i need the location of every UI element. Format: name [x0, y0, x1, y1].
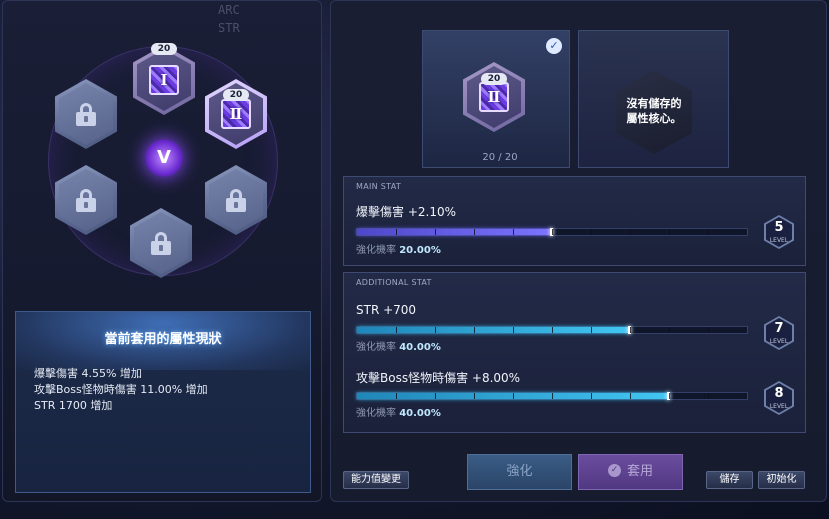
progress-segment-divider: [630, 393, 631, 399]
progress-segment-divider: [630, 229, 631, 235]
progress-segment-divider: [513, 229, 514, 235]
core-slot-panel: ARC STR Ⅰ 20 Ⅱ 20 V 當前套用的屬性現狀 爆擊傷害 4.55%…: [2, 0, 322, 502]
core-count: 20 / 20: [482, 152, 518, 163]
progress-segment-divider: [630, 327, 631, 333]
lock-icon: [150, 232, 172, 255]
lock-icon: [75, 189, 97, 212]
main-stat-box: MAIN STAT 爆擊傷害 +2.10% 強化機率 20.00% 5 LEVE…: [343, 176, 806, 266]
progress-segment-divider: [474, 229, 475, 235]
additional-stat-rate: 強化機率 40.00%: [356, 342, 441, 353]
v-emblem-icon: V: [145, 139, 183, 177]
current-status-box: 當前套用的屬性現狀 爆擊傷害 4.55% 增加 攻擊Boss怪物時傷害 11.0…: [15, 311, 311, 493]
equipped-core-level-tag: 20: [481, 73, 507, 85]
core-gem-icon: Ⅱ: [479, 82, 509, 112]
apply-button-label: 套用: [626, 464, 653, 479]
lock-icon: [225, 189, 247, 212]
progress-segment-divider: [435, 393, 436, 399]
progress-segment-divider: [708, 229, 709, 235]
main-stat-progress-bar: [356, 228, 748, 236]
additional-stat-level-badge: 7 LEVEL: [762, 316, 796, 354]
status-line: 攻擊Boss怪物時傷害 11.00% 增加: [34, 383, 208, 396]
progress-segment-divider: [591, 393, 592, 399]
progress-segment-divider: [474, 393, 475, 399]
main-stat-level-badge: 5 LEVEL: [762, 215, 796, 253]
progress-segment-divider: [669, 393, 670, 399]
lock-icon: [75, 103, 97, 126]
progress-segment-divider: [552, 327, 553, 333]
additional-stat-progress-bar: [356, 326, 748, 334]
core-enhancement-window: ARC STR Ⅰ 20 Ⅱ 20 V 當前套用的屬性現狀 爆擊傷害 4.55%…: [0, 0, 829, 519]
additional-stat-rate: 強化機率 40.00%: [356, 408, 441, 419]
empty-slot-text: 沒有儲存的 屬性核心。: [626, 97, 682, 125]
core-gem-icon: Ⅰ: [149, 65, 179, 95]
progress-segment-divider: [552, 229, 553, 235]
save-button[interactable]: 儲存: [706, 471, 753, 489]
main-stat-label: MAIN STAT: [356, 182, 402, 191]
check-icon: ✓: [546, 38, 562, 54]
progress-segment-divider: [708, 327, 709, 333]
progress-segment-divider: [396, 229, 397, 235]
additional-stat-name: 攻擊Boss怪物時傷害 +8.00%: [356, 371, 521, 385]
progress-segment-divider: [513, 327, 514, 333]
status-line: 爆擊傷害 4.55% 增加: [34, 367, 142, 380]
main-stat-name: 爆擊傷害 +2.10%: [356, 205, 456, 219]
progress-segment-divider: [396, 393, 397, 399]
progress-segment-divider: [669, 327, 670, 333]
core-gem-icon: Ⅱ: [221, 99, 251, 129]
stat-change-button[interactable]: 能力值變更: [343, 471, 409, 489]
additional-stat-name: STR +700: [356, 303, 417, 317]
progress-segment-divider: [396, 327, 397, 333]
progress-segment-divider: [708, 393, 709, 399]
check-icon: ✓: [607, 464, 621, 477]
current-status-lines: 爆擊傷害 4.55% 增加 攻擊Boss怪物時傷害 11.00% 增加 STR …: [34, 366, 208, 414]
progress-segment-divider: [474, 327, 475, 333]
additional-stat-progress-bar: [356, 392, 748, 400]
enhance-button[interactable]: 強化: [467, 454, 572, 490]
current-status-title: 當前套用的屬性現狀: [16, 312, 310, 370]
progress-segment-divider: [669, 229, 670, 235]
progress-segment-divider: [435, 327, 436, 333]
progress-segment-divider: [435, 229, 436, 235]
reset-button[interactable]: 初始化: [758, 471, 805, 489]
status-line: STR 1700 增加: [34, 399, 113, 412]
additional-stat-level-badge: 8 LEVEL: [762, 381, 796, 419]
progress-segment-divider: [513, 393, 514, 399]
additional-stat-box: ADDITIONAL STAT STR +700 強化機率 40.00% 7 L…: [343, 272, 806, 433]
progress-segment-divider: [591, 229, 592, 235]
bg-stat-arc: ARC: [218, 3, 240, 17]
progress-segment-divider: [552, 393, 553, 399]
main-stat-rate: 強化機率 20.00%: [356, 245, 441, 256]
core-1-level-tag: 20: [151, 43, 177, 55]
apply-button[interactable]: ✓ 套用: [578, 454, 683, 490]
hex-slot-grid: Ⅰ 20 Ⅱ 20 V: [33, 31, 303, 291]
main-stat-progress-fill: [357, 229, 552, 235]
additional-stat-label: ADDITIONAL STAT: [356, 278, 432, 287]
additional-stat-progress-fill: [357, 327, 630, 333]
progress-segment-divider: [591, 327, 592, 333]
core-2-level-tag: 20: [223, 89, 249, 101]
